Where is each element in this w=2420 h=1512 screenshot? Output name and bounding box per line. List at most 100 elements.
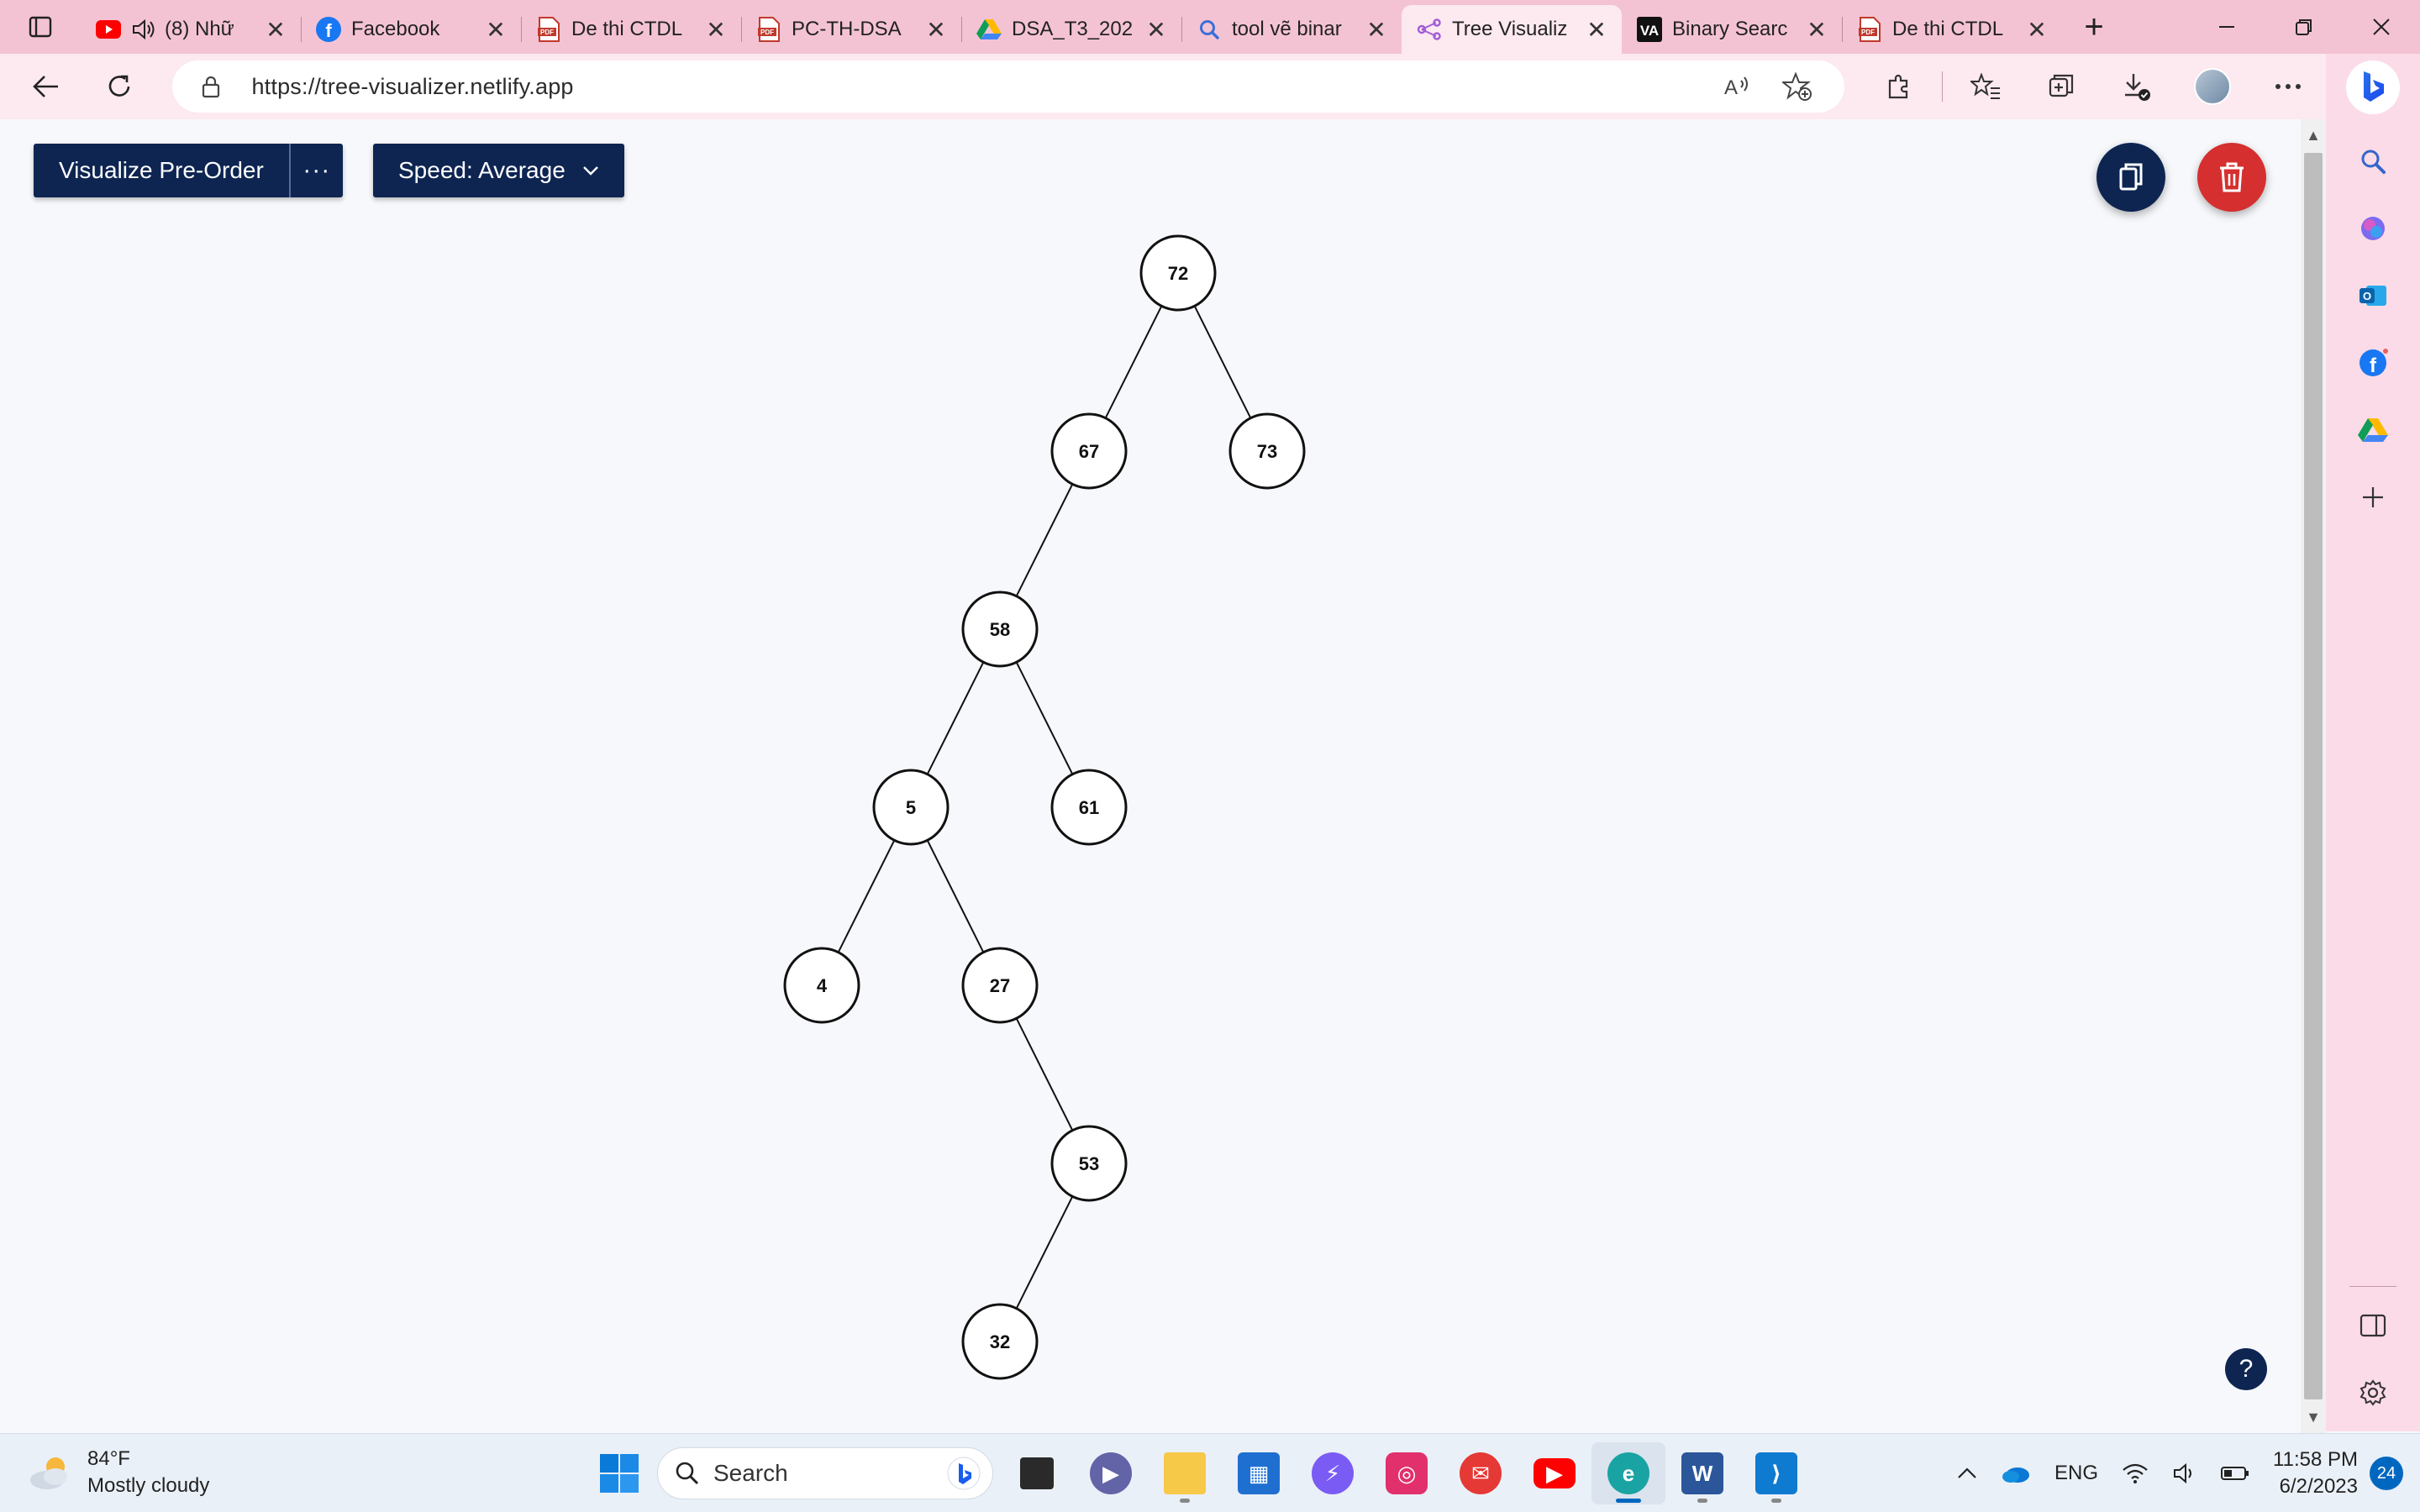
tree-node-58[interactable]: 58: [961, 591, 1039, 668]
input-language[interactable]: ENG: [2054, 1462, 2098, 1485]
weather-widget[interactable]: 84°F Mostly cloudy: [25, 1446, 209, 1499]
wifi-icon[interactable]: [2122, 1462, 2149, 1484]
va-icon: VA: [1637, 17, 1662, 42]
settings-and-more-button[interactable]: [2250, 60, 2326, 113]
taskbar-search[interactable]: Search: [657, 1447, 993, 1499]
close-tab-icon[interactable]: ✕: [1363, 16, 1390, 43]
sidebar-settings-button[interactable]: [2346, 1366, 2400, 1420]
add-favorite-icon[interactable]: [1767, 72, 1828, 101]
close-tab-icon[interactable]: ✕: [1143, 16, 1170, 43]
page-scrollbar[interactable]: ▲ ▼: [2301, 119, 2326, 1433]
tree-node-4[interactable]: 4: [783, 947, 860, 1024]
address-bar[interactable]: https://tree-visualizer.netlify.app A: [172, 60, 1845, 113]
close-tab-icon[interactable]: ✕: [923, 16, 950, 43]
messenger-app[interactable]: ⚡: [1296, 1442, 1370, 1504]
sidebar-add-button[interactable]: [2346, 470, 2400, 524]
plus-icon: [2363, 487, 2383, 507]
tab-facebook[interactable]: f Facebook ✕: [301, 5, 521, 54]
tab-pdf-2[interactable]: PDF PC-TH-DSA ✕: [741, 5, 961, 54]
lock-icon[interactable]: [194, 75, 228, 98]
tab-pdf-3[interactable]: PDF De thi CTDL ✕: [1842, 5, 2062, 54]
sidebar-copilot-button[interactable]: [2346, 202, 2400, 255]
vscode-app[interactable]: ⟩: [1739, 1442, 1813, 1504]
microsoft-store-app[interactable]: ▦: [1222, 1442, 1296, 1504]
show-hidden-icons-button[interactable]: [1957, 1467, 1977, 1479]
google-drive-icon: [2358, 418, 2388, 442]
tab-tree-visualizer[interactable]: Tree Visualiz ✕: [1402, 5, 1622, 54]
sidebar-drive-button[interactable]: [2346, 403, 2400, 457]
start-button[interactable]: [588, 1442, 650, 1504]
instagram-app[interactable]: ◎: [1370, 1442, 1444, 1504]
close-tab-icon[interactable]: ✕: [1583, 16, 1610, 43]
youtube-app[interactable]: ▶: [1518, 1442, 1591, 1504]
tab-youtube[interactable]: (8) Nhữ ✕: [81, 5, 301, 54]
hide-sidebar-button[interactable]: [2346, 1299, 2400, 1352]
tab-title: Binary Searc: [1672, 18, 1788, 40]
tree-edge-72-67: [1104, 305, 1163, 419]
restore-button[interactable]: [2265, 0, 2343, 54]
sidebar-outlook-button[interactable]: O: [2346, 269, 2400, 323]
url-text[interactable]: https://tree-visualizer.netlify.app: [251, 74, 1707, 100]
teams-chat-app[interactable]: ▶: [1074, 1442, 1148, 1504]
bing-chat-button[interactable]: [2346, 60, 2400, 114]
tab-search[interactable]: tool vẽ binar ✕: [1181, 5, 1402, 54]
scrollbar-thumb[interactable]: [2304, 153, 2323, 1399]
edge-app[interactable]: e: [1591, 1442, 1665, 1504]
read-aloud-icon[interactable]: A: [1707, 74, 1767, 99]
favorites-button[interactable]: [1948, 60, 2023, 113]
battery-icon[interactable]: [2221, 1465, 2249, 1482]
youtube-icon: [96, 17, 121, 42]
scroll-up-arrow-icon[interactable]: ▲: [2301, 123, 2326, 148]
volume-icon[interactable]: [2172, 1462, 2197, 1484]
extensions-button[interactable]: [1861, 60, 1937, 113]
downloads-button[interactable]: [2099, 60, 2175, 113]
task-view-app[interactable]: [1000, 1442, 1074, 1504]
onedrive-icon[interactable]: [2001, 1463, 2031, 1483]
tab-google-drive[interactable]: DSA_T3_202 ✕: [961, 5, 1181, 54]
close-window-button[interactable]: [2343, 0, 2420, 54]
red-app[interactable]: ✉: [1444, 1442, 1518, 1504]
tree-node-5[interactable]: 5: [872, 769, 950, 846]
search-icon: [2361, 150, 2386, 174]
binary-tree-canvas: 72 67 73 58 5 61 4 27 53 32: [783, 234, 1306, 1380]
tree-node-32[interactable]: 32: [961, 1303, 1039, 1380]
facebook-icon: f: [2360, 349, 2388, 377]
minimize-button[interactable]: [2188, 0, 2265, 54]
tree-edge-58-5: [926, 661, 985, 775]
profile-button[interactable]: [2175, 60, 2250, 113]
close-tab-icon[interactable]: ✕: [2023, 16, 2050, 43]
help-button[interactable]: ?: [2225, 1348, 2267, 1390]
word-app[interactable]: W: [1665, 1442, 1739, 1504]
svg-text:PDF: PDF: [1861, 29, 1875, 36]
file-explorer-app[interactable]: [1148, 1442, 1222, 1504]
pdf-icon: PDF: [536, 17, 561, 42]
tab-binary-search[interactable]: VA Binary Searc ✕: [1622, 5, 1842, 54]
close-tab-icon[interactable]: ✕: [1803, 16, 1830, 43]
app-icon: ✉: [1460, 1452, 1502, 1494]
clock[interactable]: 11:58 PM 6/2/2023: [2273, 1446, 2358, 1500]
collections-button[interactable]: [2023, 60, 2099, 113]
sidebar-search-button[interactable]: [2346, 134, 2400, 188]
notification-badge[interactable]: 24: [2370, 1457, 2403, 1490]
close-tab-icon[interactable]: ✕: [702, 16, 729, 43]
tab-actions-button[interactable]: [0, 0, 81, 54]
close-tab-icon[interactable]: ✕: [482, 16, 509, 43]
tab-title: De thi CTDL: [1892, 18, 2004, 40]
refresh-button[interactable]: [83, 60, 156, 113]
tree-icon: [1417, 17, 1442, 42]
close-tab-icon[interactable]: ✕: [262, 16, 289, 43]
tree-node-72[interactable]: 72: [1139, 234, 1217, 312]
tree-node-27[interactable]: 27: [961, 947, 1039, 1024]
tree-node-value: 53: [1079, 1153, 1099, 1174]
tree-node-61[interactable]: 61: [1050, 769, 1128, 846]
tab-pdf-1[interactable]: PDF De thi CTDL ✕: [521, 5, 741, 54]
speaker-icon[interactable]: [131, 17, 156, 42]
scroll-down-arrow-icon[interactable]: ▼: [2301, 1404, 2326, 1430]
sidebar-facebook-button[interactable]: f: [2346, 336, 2400, 390]
new-tab-button[interactable]: +: [2062, 3, 2126, 51]
tree-node-73[interactable]: 73: [1228, 412, 1306, 490]
app-running-indicator: [1697, 1499, 1707, 1503]
tree-node-53[interactable]: 53: [1050, 1125, 1128, 1202]
back-button[interactable]: [10, 60, 83, 113]
tree-node-67[interactable]: 67: [1050, 412, 1128, 490]
